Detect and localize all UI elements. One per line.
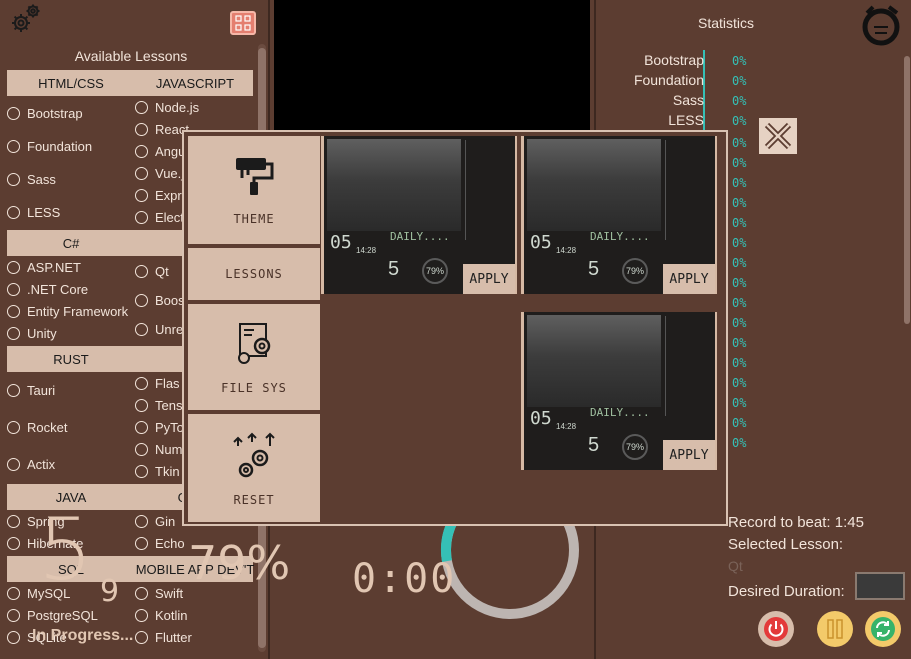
lesson-option[interactable]: Node.js xyxy=(135,100,199,115)
stat-percent: 0% xyxy=(732,416,747,430)
car-image xyxy=(327,139,461,231)
video-area xyxy=(274,0,590,130)
lesson-option[interactable]: ASP.NET xyxy=(7,260,81,275)
close-icon xyxy=(764,122,792,150)
lesson-option[interactable]: Num xyxy=(135,442,182,457)
power-icon xyxy=(764,617,788,641)
settings-gear-icon[interactable] xyxy=(8,2,44,36)
pause-button[interactable] xyxy=(817,611,853,647)
lesson-option[interactable]: Kotlin xyxy=(135,608,188,623)
duration-input[interactable] xyxy=(855,572,905,600)
progress-percent: 79% xyxy=(188,536,291,590)
lesson-option[interactable]: Boos xyxy=(135,293,185,308)
lessons-button[interactable]: LESSONS xyxy=(188,248,320,300)
stat-row: Bootstrap 0% xyxy=(644,52,747,68)
thumb-stats xyxy=(665,316,713,416)
lesson-option[interactable]: Expre xyxy=(135,188,189,203)
lesson-option[interactable]: Unre xyxy=(135,322,183,337)
stat-percent: 0% xyxy=(732,196,747,210)
thumb-stats xyxy=(665,140,713,240)
apply-button[interactable]: APPLY xyxy=(663,440,715,470)
stat-percent: 0% xyxy=(732,296,747,310)
lesson-option[interactable]: Tkin xyxy=(135,464,180,479)
theme-thumbnail[interactable]: DAILY.... 05 14:28 5 79% APPLY xyxy=(521,312,717,470)
refresh-icon xyxy=(871,617,895,641)
lesson-option[interactable]: Elect xyxy=(135,210,184,225)
stat-percent: 0% xyxy=(732,436,747,450)
lesson-option[interactable]: Foundation xyxy=(7,139,92,154)
pause-icon xyxy=(827,619,843,639)
stat-row: Foundation 0% xyxy=(633,72,747,88)
lesson-option[interactable]: Angu xyxy=(135,144,185,159)
car-image xyxy=(527,315,661,407)
theme-thumbnail[interactable]: DAILY.... 05 14:28 5 79% APPLY xyxy=(521,136,717,294)
logo-icon xyxy=(859,3,903,47)
refresh-button[interactable] xyxy=(865,611,901,647)
reset-gears-icon xyxy=(233,432,275,478)
reset-button[interactable]: RESET xyxy=(188,414,320,522)
stat-percent: 0% xyxy=(732,256,747,270)
timer-display: 0:00 xyxy=(352,556,457,602)
stat-percent: 0% xyxy=(732,156,747,170)
thumb-stats xyxy=(465,140,513,240)
stat-percent: 0% xyxy=(732,316,747,330)
lesson-option[interactable]: PostgreSQL xyxy=(7,608,98,623)
lesson-option[interactable]: Entity Framework xyxy=(7,304,128,319)
stat-percent: 0% xyxy=(732,356,747,370)
stat-percent: 0% xyxy=(732,136,747,150)
stat-percent: 0% xyxy=(732,236,747,250)
lesson-option[interactable]: React xyxy=(135,122,189,137)
grid-icon xyxy=(235,15,251,31)
stat-percent: 0% xyxy=(732,336,747,350)
stat-percent: 0% xyxy=(732,396,747,410)
settings-modal: THEME LESSONS FILE SYS RESET DAILY.... 0… xyxy=(182,130,728,526)
duration-label: Desired Duration: xyxy=(728,583,845,600)
close-button[interactable] xyxy=(759,118,797,154)
lesson-option[interactable]: Flutter xyxy=(135,630,192,645)
apply-button[interactable]: APPLY xyxy=(463,264,515,294)
record-text: Record to beat: 1:45 xyxy=(728,514,864,531)
statistics-title: Statistics xyxy=(697,15,754,31)
paint-roller-icon xyxy=(236,158,274,195)
category-header: HTML/CSS JAVASCRIPT xyxy=(7,70,253,96)
apply-button[interactable]: APPLY xyxy=(663,264,715,294)
lesson-option[interactable]: Echo xyxy=(135,536,185,551)
stat-percent: 0% xyxy=(732,276,747,290)
sessions-total: 9 xyxy=(100,574,120,609)
file-sys-button[interactable]: FILE SYS xyxy=(188,304,320,410)
file-gear-icon xyxy=(238,323,271,364)
stat-percent: 0% xyxy=(732,176,747,190)
stats-scrollbar[interactable] xyxy=(904,56,910,324)
lesson-option[interactable]: Flas xyxy=(135,376,180,391)
lesson-option[interactable]: Qt xyxy=(135,264,169,279)
lesson-option[interactable]: Vue.j xyxy=(135,166,184,181)
lesson-option[interactable]: Bootstrap xyxy=(7,106,83,121)
lesson-option[interactable]: Tauri xyxy=(7,383,55,398)
status-text: In Progress... xyxy=(32,627,134,644)
lesson-option[interactable]: Actix xyxy=(7,457,55,472)
stat-row: LESS 0% xyxy=(668,112,747,128)
lesson-option[interactable]: Swift xyxy=(135,586,183,601)
car-image xyxy=(527,139,661,231)
sessions-done: 5 xyxy=(38,500,93,600)
selected-lesson-value: Qt xyxy=(728,558,743,574)
lesson-option[interactable]: Unity xyxy=(7,326,57,341)
lesson-option[interactable]: Gin xyxy=(135,514,175,529)
power-button[interactable] xyxy=(758,611,794,647)
selected-lesson-label: Selected Lesson: xyxy=(728,536,844,553)
stat-row: Sass 0% xyxy=(672,92,747,108)
lesson-option[interactable]: PyTo xyxy=(135,420,184,435)
lesson-option[interactable]: Rocket xyxy=(7,420,67,435)
theme-button[interactable]: THEME xyxy=(188,136,320,244)
theme-thumbnail[interactable]: DAILY.... 05 14:28 5 79% APPLY xyxy=(321,136,517,294)
lesson-option[interactable]: Tens xyxy=(135,398,182,413)
stat-percent: 0% xyxy=(732,376,747,390)
stat-percent: 0% xyxy=(732,216,747,230)
lesson-option[interactable]: Sass xyxy=(7,172,56,187)
lesson-option[interactable]: LESS xyxy=(7,205,60,220)
lesson-option[interactable]: .NET Core xyxy=(7,282,88,297)
lessons-title: Available Lessons xyxy=(74,48,188,64)
grid-toggle-button[interactable] xyxy=(230,11,256,35)
